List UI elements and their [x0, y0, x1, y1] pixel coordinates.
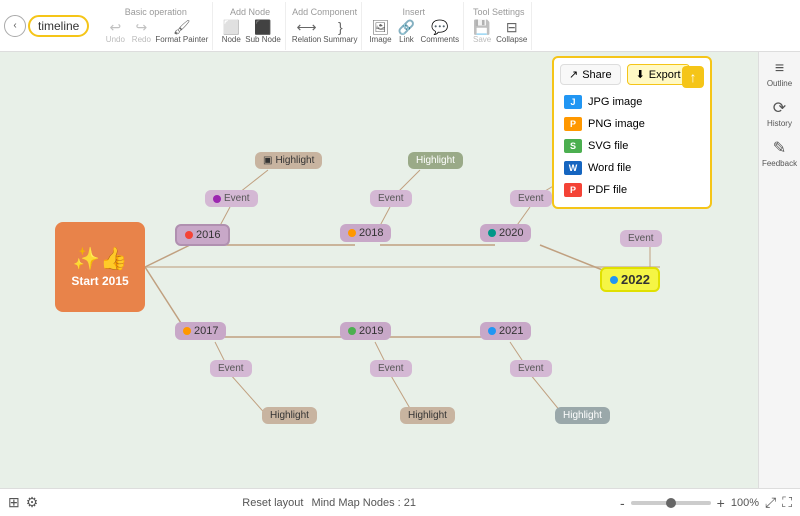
zoom-minus-button[interactable]: -: [620, 495, 625, 511]
export-icon: ⬇: [636, 68, 645, 81]
event-node-2[interactable]: Event: [370, 190, 412, 207]
toolbar-group-basic: Basic operation ↩ Undo ↪ Redo 🖌 Format P…: [99, 2, 213, 50]
event-node-1[interactable]: Event: [205, 190, 258, 207]
event-node-4[interactable]: Event: [620, 230, 662, 247]
collapse-button[interactable]: ⊟ Collapse: [496, 19, 527, 44]
feedback-icon: ✎: [773, 138, 786, 158]
node-button[interactable]: ⬜ Node: [219, 19, 243, 44]
png-icon: P: [564, 117, 582, 131]
export-button[interactable]: ⬇ Export: [627, 64, 690, 85]
share-icon: ↗: [569, 68, 578, 81]
year-2017-node[interactable]: 2017: [175, 322, 226, 340]
canvas[interactable]: ✨👍 Start 2015 2016 2017 2018 2019 2020: [0, 52, 758, 488]
export-jpg-item[interactable]: J JPG image: [560, 91, 704, 113]
svg-icon: S: [564, 139, 582, 153]
dot-icon: [488, 327, 496, 335]
redo-button[interactable]: ↪ Redo: [129, 19, 153, 44]
highlight-node-6[interactable]: Highlight: [555, 407, 610, 424]
export-png-item[interactable]: P PNG image: [560, 113, 704, 135]
highlight-node-2[interactable]: Highlight: [408, 152, 463, 169]
dot-icon: [610, 276, 618, 284]
event-node-6[interactable]: Event: [370, 360, 412, 377]
year-2021-node[interactable]: 2021: [480, 322, 531, 340]
toolbar: ‹ timeline Basic operation ↩ Undo ↪ Redo…: [0, 0, 800, 52]
feedback-button[interactable]: ✎ Feedback: [762, 134, 798, 172]
toolbar-group-tool-settings: Tool Settings 💾 Save ⊟ Collapse: [466, 2, 532, 50]
toolbar-group-add-node: Add Node ⬜ Node ⬛ Sub Node: [215, 2, 286, 50]
fit-button[interactable]: ⤢: [765, 494, 776, 511]
outline-icon: ≡: [775, 60, 784, 78]
year-2016-node[interactable]: 2016: [175, 224, 230, 246]
year-2020-node[interactable]: 2020: [480, 224, 531, 242]
dot-icon: [348, 229, 356, 237]
highlight-node-1[interactable]: ▣ Highlight: [255, 152, 322, 169]
statusbar-center: Reset layout Mind Map Nodes : 21: [46, 497, 612, 509]
highlight-icon-1: ▣: [263, 155, 272, 166]
summary-button[interactable]: } Summary: [323, 19, 357, 44]
event-node-5[interactable]: Event: [210, 360, 252, 377]
start-node[interactable]: ✨👍 Start 2015: [55, 222, 145, 312]
pdf-icon: P: [564, 183, 582, 197]
export-word-item[interactable]: W Word file: [560, 157, 704, 179]
right-panel: ≡ Outline ⟳ History ✎ Feedback: [758, 52, 800, 488]
settings-icon: ⚙: [26, 494, 39, 511]
word-icon: W: [564, 161, 582, 175]
event-node-7[interactable]: Event: [510, 360, 552, 377]
dot-icon: [183, 327, 191, 335]
save-button[interactable]: 💾 Save: [470, 19, 494, 44]
year-2018-node[interactable]: 2018: [340, 224, 391, 242]
main-area: ✨👍 Start 2015 2016 2017 2018 2019 2020: [0, 52, 800, 488]
format-painter-button[interactable]: 🖌 Format Painter: [155, 19, 208, 44]
image-button[interactable]: 🖼 Image: [368, 19, 392, 44]
dot-icon: [348, 327, 356, 335]
event-node-3[interactable]: Event: [510, 190, 552, 207]
year-2022-node[interactable]: 2022: [600, 267, 660, 292]
export-pdf-item[interactable]: P PDF file: [560, 179, 704, 201]
sub-node-button[interactable]: ⬛ Sub Node: [245, 19, 281, 44]
zoom-value-label: 100%: [731, 497, 759, 509]
toolbar-group-insert: Insert 🖼 Image 🔗 Link 💬 Comments: [364, 2, 464, 50]
comments-button[interactable]: 💬 Comments: [420, 19, 459, 44]
zoom-plus-button[interactable]: +: [717, 495, 725, 511]
export-arrow-icon: ↑: [682, 66, 704, 88]
undo-button[interactable]: ↩ Undo: [103, 19, 127, 44]
history-icon: ⟳: [773, 98, 786, 118]
grid-icon: ⊞: [8, 494, 20, 511]
history-button[interactable]: ⟳ History: [762, 94, 798, 132]
export-svg-item[interactable]: S SVG file: [560, 135, 704, 157]
zoom-slider[interactable]: [631, 501, 711, 505]
relation-button[interactable]: ⟷ Relation: [292, 19, 321, 44]
timeline-tab[interactable]: timeline: [28, 15, 89, 37]
year-2019-node[interactable]: 2019: [340, 322, 391, 340]
link-button[interactable]: 🔗 Link: [394, 19, 418, 44]
status-bar: ⊞ ⚙ Reset layout Mind Map Nodes : 21 - +…: [0, 488, 800, 516]
back-button[interactable]: ‹: [4, 15, 26, 37]
outline-button[interactable]: ≡ Outline: [762, 56, 798, 92]
zoom-handle: [666, 498, 676, 508]
highlight-node-5[interactable]: Highlight: [400, 407, 455, 424]
highlight-node-4[interactable]: Highlight: [262, 407, 317, 424]
dot-icon: [185, 231, 193, 239]
dot-icon: [488, 229, 496, 237]
share-button[interactable]: ↗ Share: [560, 64, 621, 85]
reset-layout-button[interactable]: Reset layout: [242, 497, 303, 509]
sparkle-icon: ✨👍: [73, 246, 128, 272]
jpg-icon: J: [564, 95, 582, 109]
fullscreen-button[interactable]: ⛶: [782, 494, 792, 511]
node-count-label: Mind Map Nodes : 21: [311, 497, 416, 509]
export-dropdown: ↗ Share ⬇ Export J JPG image P PNG image…: [552, 56, 712, 209]
toolbar-group-add-component: Add Component ⟷ Relation } Summary: [288, 2, 363, 50]
statusbar-right: - + 100% ⤢ ⛶: [620, 494, 792, 511]
dot-icon: [213, 195, 221, 203]
statusbar-left: ⊞ ⚙: [8, 494, 38, 511]
